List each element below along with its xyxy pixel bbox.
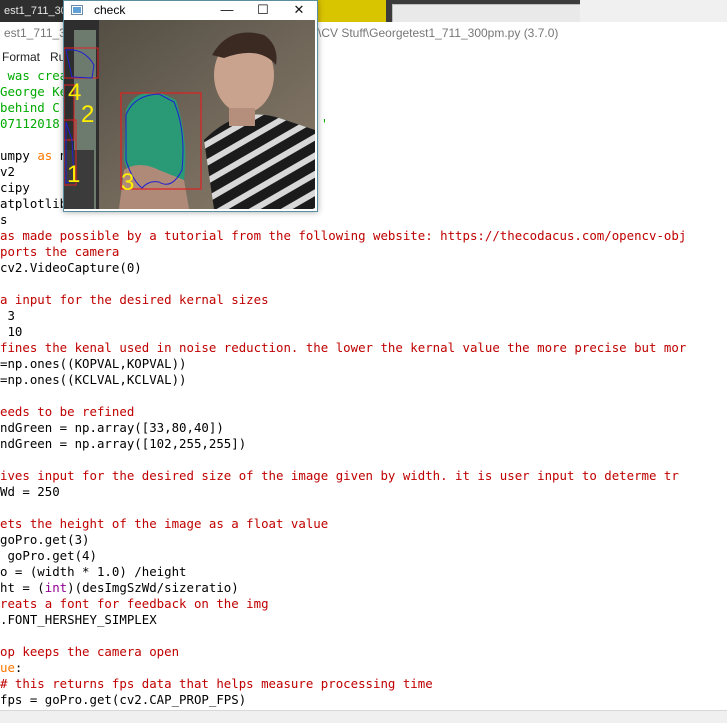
code-token: was crea [0,68,68,83]
code-line: as made possible by a tutorial from the … [0,228,686,244]
code-line: was crea [0,68,67,84]
code-token: ue [0,660,15,675]
code-line: cv2.VideoCapture(0) [0,260,142,276]
code-line: umpy as n [0,148,67,164]
check-window-title-bar[interactable]: check — ☐ ✕ [64,1,317,19]
code-token: behind C [0,100,60,115]
code-token: # this returns fps data that helps measu… [0,676,433,691]
code-token: a input for the desired kernal sizes [0,292,269,307]
status-bar [0,710,727,723]
code-line: goPro.get(4) [0,548,97,564]
code-token: cipy [0,180,30,195]
code-token: op keeps the camera open [0,644,180,659]
code-line: ht = (int)(desImgSzWd/sizeratio) [0,580,239,596]
code-line: s [0,212,7,228]
code-token: int [44,580,68,595]
code-token: o = (width * 1.0) /height [0,564,187,579]
background-window-input[interactable] [392,4,582,24]
background-window-tab[interactable]: est1_711_300 [0,0,72,22]
code-line: .FONT_HERSHEY_SIMPLEX [0,612,157,628]
idle-title-path: \CV Stuff\Georgetest1_711_300pm.py (3.7.… [318,26,559,40]
code-line: fines the kenal used in noise reduction.… [0,340,686,356]
window-app-icon [71,5,83,15]
code-token: fps = goPro.get(cv2.CAP_PROP_FPS) [0,692,247,707]
code-line: Wd = 250 [0,484,60,500]
code-line: goPro.get(3) [0,532,90,548]
code-line: =np.ones((KCLVAL,KCLVAL)) [0,372,187,388]
code-token: umpy [0,148,38,163]
code-token: Wd = 250 [0,484,60,499]
check-window-title: check [94,3,126,17]
code-token: 07112018 [0,116,60,131]
code-token: .FONT_HERSHEY_SIMPLEX [0,612,157,627]
code-line: reats a font for feedback on the img [0,596,269,612]
code-token: goPro.get(4) [0,548,97,563]
code-token: ports the camera [0,244,120,259]
code-token: ndGreen = np.array([102,255,255]) [0,436,247,451]
code-token: fines the kenal used in noise reduction.… [0,340,687,355]
code-line: eeds to be refined [0,404,134,420]
code-line: behind C [0,100,60,116]
code-line: ue: [0,660,22,676]
code-token: v2 [0,164,15,179]
code-token: 10 [0,324,23,339]
code-line: v2 [0,164,15,180]
code-token: : [14,660,23,675]
object-label-2: 2 [81,101,94,128]
code-token: as made possible by a tutorial from the … [0,228,687,243]
code-token: ht = ( [0,580,45,595]
code-token: ndGreen = np.array([33,80,40]) [0,420,224,435]
code-line: 3 [0,308,15,324]
code-line: o = (width * 1.0) /height [0,564,187,580]
camera-frame-image: 4 2 1 3 [64,20,315,209]
code-line: op keeps the camera open [0,644,179,660]
code-line: a input for the desired kernal sizes [0,292,269,308]
background-window-tab-yellow[interactable] [318,0,386,22]
code-token: 3 [0,308,15,323]
menu-format[interactable]: Format [0,46,42,68]
code-token: )(desImgSzWd/sizeratio) [67,580,239,595]
code-line: ets the height of the image as a float v… [0,516,328,532]
code-line: ports the camera [0,244,119,260]
code-token: cv2.VideoCapture(0) [0,260,142,275]
code-line: fps = goPro.get(cv2.CAP_PROP_FPS) [0,692,246,708]
code-token: s [0,212,8,227]
opencv-check-window[interactable]: check — ☐ ✕ 4 2 1 3 [63,0,318,212]
minimize-button[interactable]: — [209,1,245,19]
code-line: =np.ones((KOPVAL,KOPVAL)) [0,356,187,372]
code-line: # this returns fps data that helps measu… [0,676,433,692]
code-line: atplotlib [0,196,67,212]
code-token: ives input for the desired size of the i… [0,468,679,483]
code-line: George Ke [0,84,67,100]
code-token: as [37,148,53,163]
object-label-4: 4 [68,79,81,106]
code-line: ives input for the desired size of the i… [0,468,679,484]
code-line: ndGreen = np.array([33,80,40]) [0,420,224,436]
code-token: eeds to be refined [0,404,135,419]
code-token: atplotlib [0,196,68,211]
close-button[interactable]: ✕ [281,1,317,19]
code-token: =np.ones((KCLVAL,KCLVAL)) [0,372,187,387]
code-token: =np.ones((KOPVAL,KOPVAL)) [0,356,187,371]
object-label-1: 1 [67,161,80,188]
code-line: cipy [0,180,30,196]
code-token: ets the height of the image as a float v… [0,516,329,531]
code-token: George Ke [0,84,68,99]
code-token: goPro.get(3) [0,532,90,547]
maximize-button[interactable]: ☐ [245,1,281,19]
code-line: 10 [0,324,22,340]
code-line: ndGreen = np.array([102,255,255]) [0,436,246,452]
background-window-tab-right[interactable] [580,0,727,22]
object-label-3: 3 [121,169,134,196]
code-token: reats a font for feedback on the img [0,596,269,611]
